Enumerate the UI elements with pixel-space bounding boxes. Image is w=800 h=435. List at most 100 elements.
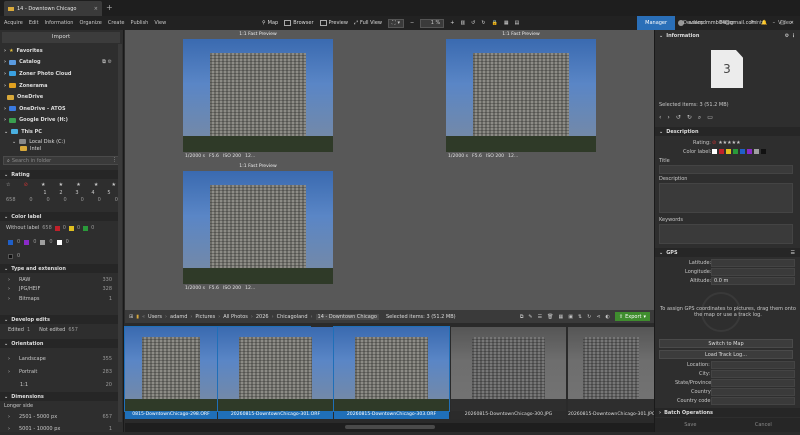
- red-label-swatch[interactable]: [54, 225, 60, 231]
- tree-item-catalog[interactable]: › Catalog ⧉ ⚙: [0, 57, 120, 69]
- left-panel-scrollbar[interactable]: [118, 44, 122, 422]
- breadcrumb[interactable]: Users: [148, 314, 162, 320]
- gps-section-header[interactable]: ⌄ GPS ☰: [655, 248, 800, 257]
- information-header[interactable]: ⌄ Information ⚙ ⋮: [655, 30, 800, 42]
- rotate-icon[interactable]: ↻: [587, 314, 591, 320]
- rotate-left-icon[interactable]: ↺: [676, 114, 681, 122]
- layout-icon[interactable]: ▤: [515, 20, 520, 26]
- tree-item-favorites[interactable]: › ★ Favorites: [0, 45, 120, 57]
- cancel-button[interactable]: Cancel: [755, 422, 772, 428]
- purple-label-swatch[interactable]: [747, 149, 752, 154]
- scrollbar-thumb[interactable]: [345, 425, 435, 429]
- tree-item-local-disk[interactable]: ⌄ Local Disk (C:): [0, 138, 120, 146]
- black-label-swatch[interactable]: [8, 253, 13, 259]
- description-section-header[interactable]: ⌄ Description: [655, 127, 800, 136]
- share-icon[interactable]: ⋖: [596, 314, 600, 320]
- tree-item-zonerama[interactable]: › Zonerama: [0, 80, 120, 92]
- star-outline-icon[interactable]: ☆: [6, 182, 10, 188]
- previous-icon[interactable]: ‹: [659, 114, 661, 122]
- search-icon[interactable]: ⌕: [698, 114, 701, 122]
- settings-icon[interactable]: ⚙ ⋮: [785, 33, 800, 39]
- save-button[interactable]: Save: [684, 422, 696, 428]
- star-icon[interactable]: ★: [94, 182, 98, 188]
- grid-icon[interactable]: ▦: [558, 314, 563, 320]
- star-icon[interactable]: ★: [41, 182, 45, 188]
- reject-icon[interactable]: ⊘: [24, 182, 28, 188]
- list-item[interactable]: › Bitmaps 1: [0, 294, 122, 304]
- compare-icon[interactable]: ▥: [460, 20, 465, 26]
- menu-publish[interactable]: Publish: [131, 20, 149, 26]
- list-item[interactable]: › 5001 - 10000 px 1: [0, 423, 122, 435]
- zoom-level-field[interactable]: 1 %: [420, 18, 445, 28]
- dimensions-section-header[interactable]: ⌄ Dimensions: [0, 392, 122, 401]
- load-track-log-button[interactable]: Load Track Log...: [659, 350, 793, 359]
- rating-section-header[interactable]: ⌄ Rating: [0, 170, 122, 179]
- yellow-label-swatch[interactable]: [726, 149, 731, 154]
- list-item[interactable]: › Portrait 283: [0, 365, 122, 378]
- document-tab[interactable]: 14 - Downtown Chicago ×: [4, 1, 102, 16]
- filmstrip-item[interactable]: 0815-DowntownChicago-298.ORF: [124, 326, 218, 419]
- add-folder-icon[interactable]: ⊞: [129, 314, 133, 320]
- preview-image[interactable]: [183, 39, 333, 152]
- menu-create[interactable]: Create: [108, 20, 125, 26]
- tab-print[interactable]: Print: [742, 16, 770, 30]
- edit-icon[interactable]: ✎: [528, 314, 532, 320]
- tree-item-onedrive[interactable]: OneDrive: [0, 91, 120, 103]
- breadcrumb[interactable]: adamd: [170, 314, 187, 320]
- toggle-icon[interactable]: ◐: [606, 314, 610, 320]
- list-item[interactable]: › RAW 330: [0, 275, 122, 285]
- no-color-swatch[interactable]: [712, 149, 717, 154]
- list-icon[interactable]: ☰: [538, 314, 542, 320]
- altitude-field[interactable]: 0.0 m: [711, 277, 795, 285]
- orientation-section-header[interactable]: ⌄ Orientation: [0, 339, 122, 348]
- sort-icon[interactable]: ⇅: [578, 314, 582, 320]
- export-button[interactable]: ⇪ Export ▾: [614, 312, 650, 321]
- zoom-in-icon[interactable]: +: [450, 20, 454, 26]
- grid-icon[interactable]: ▦: [504, 20, 509, 26]
- filmstrip-item[interactable]: 20260815-DowntownChicago-301.JPG: [568, 327, 654, 419]
- tab-editor[interactable]: Editor: [712, 16, 743, 30]
- list-item[interactable]: › JPG/HEIF 328: [0, 285, 122, 295]
- tree-item-zoner-cloud[interactable]: › Zoner Photo Cloud: [0, 68, 120, 80]
- full-view-button[interactable]: ⤢ Full View: [354, 20, 382, 26]
- purple-label-swatch[interactable]: [24, 239, 30, 245]
- tab-develop[interactable]: Develop: [675, 16, 712, 30]
- browser-button[interactable]: Browser: [284, 20, 314, 26]
- rotate-left-icon[interactable]: ↺: [471, 20, 475, 26]
- list-item[interactable]: › Landscape 355: [0, 352, 122, 365]
- country-code-field[interactable]: [711, 397, 795, 405]
- delete-icon[interactable]: 🗑: [547, 314, 553, 320]
- tab-video[interactable]: Video: [770, 16, 800, 30]
- city-field[interactable]: [711, 370, 795, 378]
- yellow-label-swatch[interactable]: [68, 225, 74, 231]
- filmstrip-item[interactable]: 20260815-DowntownChicago-303.ORF: [333, 326, 450, 419]
- develop-section-header[interactable]: ⌄ Develop edits: [0, 315, 122, 324]
- rotate-right-icon[interactable]: ↻: [481, 20, 485, 26]
- list-item[interactable]: 1:1 20: [0, 378, 122, 391]
- longitude-field[interactable]: [711, 268, 795, 276]
- green-label-swatch[interactable]: [83, 225, 89, 231]
- breadcrumb[interactable]: All Photos: [223, 314, 248, 320]
- folder-search[interactable]: ⌕ Search in folder: [3, 156, 119, 165]
- search-input[interactable]: Search in folder: [12, 158, 51, 164]
- tree-item-this-pc[interactable]: ⌄ This PC: [0, 126, 120, 138]
- star-icon[interactable]: ★: [59, 182, 63, 188]
- without-label-filter[interactable]: Without label: [6, 225, 39, 231]
- filmstrip-item[interactable]: 20260815-DowntownChicago-301.ORF: [217, 326, 333, 419]
- tree-item-onedrive-atos[interactable]: › OneDrive - ATOS: [0, 103, 120, 115]
- color-label-section-header[interactable]: ⌄ Color label: [0, 212, 122, 221]
- star-icon[interactable]: ★: [111, 182, 115, 188]
- menu-edit[interactable]: Edit: [29, 20, 39, 26]
- tab-manager[interactable]: Manager: [637, 16, 676, 30]
- black-label-swatch[interactable]: [761, 149, 766, 154]
- menu-view[interactable]: View: [154, 20, 166, 26]
- title-field[interactable]: [659, 165, 793, 174]
- nav-back-icon[interactable]: «: [142, 314, 145, 320]
- filmstrip-item[interactable]: 20260815-DowntownChicago-300.JPG: [451, 327, 566, 419]
- blue-label-swatch[interactable]: [8, 239, 13, 245]
- reject-icon[interactable]: ⊘: [712, 140, 716, 146]
- map-button[interactable]: ⚲ Map: [262, 20, 278, 26]
- list-item[interactable]: › 2501 - 5000 px 657: [0, 411, 122, 423]
- filmstrip-scrollbar[interactable]: [125, 423, 654, 432]
- green-label-swatch[interactable]: [733, 149, 738, 154]
